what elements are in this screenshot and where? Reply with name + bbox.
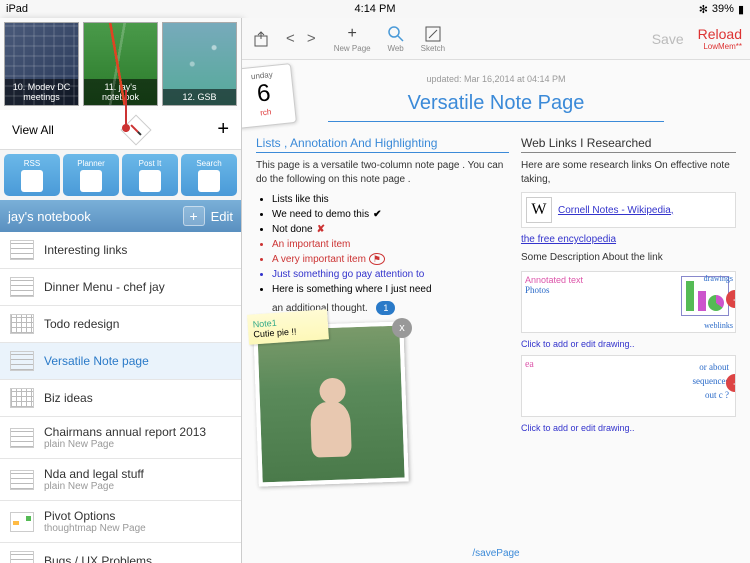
note-type-icon <box>10 551 34 563</box>
wiki-link-box[interactable]: W Cornell Notes - Wikipedia, <box>521 192 736 228</box>
new-page-button[interactable]: +New Page <box>334 25 371 53</box>
note-page: unday 6 rch updated: Mar 16,2014 at 04:1… <box>242 60 750 494</box>
note-type-icon <box>10 470 34 490</box>
note-type-icon <box>10 351 34 371</box>
nav-arrows[interactable]: < > <box>286 30 320 47</box>
notebook-header: jay's notebook + Edit <box>0 200 241 232</box>
postit-icon <box>139 170 161 192</box>
notebook-thumb-10[interactable]: 10. Modev DC meetings <box>4 22 79 106</box>
note-type-icon <box>10 277 34 297</box>
search-tool[interactable]: Search <box>181 154 237 196</box>
rss-tool[interactable]: RSS <box>4 154 60 196</box>
postit-tool[interactable]: Post It <box>122 154 178 196</box>
notebook-thumb-12[interactable]: 12. GSB <box>162 22 237 106</box>
note-item[interactable]: Todo redesign <box>0 306 241 343</box>
updated-label: updated: Mar 16,2014 at 04:14 PM <box>256 74 736 84</box>
close-icon[interactable]: x <box>392 318 412 338</box>
note-item[interactable]: Dinner Menu - chef jay <box>0 269 241 306</box>
top-toolbar: < > +New Page Web Sketch Save Reload Low… <box>242 18 750 60</box>
magnifier-icon <box>385 25 407 43</box>
save-button[interactable]: Save <box>652 31 684 47</box>
reload-button[interactable]: Reload <box>698 26 742 42</box>
note-type-icon <box>10 314 34 334</box>
note-type-icon <box>10 428 34 448</box>
status-bar: iPad 4:14 PM ✻ 39% ▮ <box>0 0 750 18</box>
drawing-box-1[interactable]: Annotated text Photos drawings weblinks … <box>521 271 736 333</box>
note-item[interactable]: Nda and legal stuffplain New Page <box>0 459 241 501</box>
share-icon <box>250 30 272 48</box>
news-icon <box>21 170 43 192</box>
plus-icon: + <box>341 25 363 43</box>
pencil-icon <box>422 25 444 43</box>
drawing-caption-1[interactable]: Click to add or edit drawing.. <box>521 339 736 349</box>
comment-bubble[interactable]: 1 <box>376 301 395 315</box>
view-all-button[interactable]: View All <box>12 123 54 137</box>
delete-drawing-icon-2[interactable]: - <box>726 374 736 392</box>
note-item[interactable]: Versatile Note page <box>0 343 241 380</box>
share-button[interactable] <box>250 30 272 48</box>
wiki-link-2[interactable]: the free encyclopedia <box>521 234 736 245</box>
sidebar: 10. Modev DC meetings 11. jay's notebook… <box>0 18 242 563</box>
tool-row: RSS Planner Post It Search <box>0 150 241 200</box>
web-button[interactable]: Web <box>385 25 407 53</box>
lowmem-label: LowMem** <box>698 42 742 51</box>
clock: 4:14 PM <box>355 3 396 15</box>
battery-label: 39% <box>712 3 734 15</box>
planner-icon <box>80 170 102 192</box>
add-notebook-button[interactable]: + <box>217 118 229 141</box>
photo-image <box>253 321 408 486</box>
note-type-icon <box>10 240 34 260</box>
content-area: < > +New Page Web Sketch Save Reload Low… <box>242 18 750 563</box>
notebook-title: jay's notebook <box>8 209 91 224</box>
planner-tool[interactable]: Planner <box>63 154 119 196</box>
bullet-list[interactable]: Lists like thisWe need to demo thisNot d… <box>256 192 509 297</box>
notebook-thumb-11[interactable]: 11. jay's notebook <box>83 22 158 106</box>
page-title[interactable]: Versatile Note Page <box>328 92 664 122</box>
search-icon <box>198 170 220 192</box>
drawing-box-2[interactable]: ea or about sequences out c ? - <box>521 355 736 417</box>
left-column: Lists , Annotation And Highlighting This… <box>256 136 509 484</box>
link-description[interactable]: Some Description About the link <box>521 251 736 265</box>
wikipedia-icon: W <box>526 197 552 223</box>
note-item[interactable]: Interesting links <box>0 232 241 269</box>
calendar-widget[interactable]: unday 6 rch <box>242 63 297 129</box>
photo-attachment[interactable]: x Note1 Cutie pie !! <box>256 324 406 484</box>
right-intro[interactable]: Here are some research links On effectiv… <box>521 159 736 186</box>
right-column: Web Links I Researched Here are some res… <box>521 136 736 484</box>
left-intro[interactable]: This page is a versatile two-column note… <box>256 159 509 186</box>
bluetooth-icon: ✻ <box>699 3 708 16</box>
note-type-icon <box>10 512 34 532</box>
edit-notes-button[interactable]: Edit <box>211 209 233 224</box>
battery-icon: ▮ <box>738 3 744 16</box>
note-item[interactable]: Chairmans annual report 2013plain New Pa… <box>0 417 241 459</box>
selection-connector <box>125 90 127 132</box>
delete-drawing-icon[interactable]: - <box>726 290 736 308</box>
note-item[interactable]: Pivot Optionsthoughtmap New Page <box>0 501 241 543</box>
note-list[interactable]: Interesting linksDinner Menu - chef jayT… <box>0 232 241 563</box>
notebook-thumbnails: 10. Modev DC meetings 11. jay's notebook… <box>0 18 241 110</box>
note-item[interactable]: Bugs / UX Problems <box>0 543 241 563</box>
note-type-icon <box>10 388 34 408</box>
right-heading[interactable]: Web Links I Researched <box>521 136 736 153</box>
add-note-button[interactable]: + <box>183 206 205 226</box>
sticky-note[interactable]: Note1 Cutie pie !! <box>247 309 329 345</box>
device-label: iPad <box>6 3 28 15</box>
sketch-button[interactable]: Sketch <box>421 25 445 53</box>
note-item[interactable]: Biz ideas <box>0 380 241 417</box>
drawing-caption-2[interactable]: Click to add or edit drawing.. <box>521 423 736 433</box>
save-page-link[interactable]: /savePage <box>472 548 519 559</box>
left-heading[interactable]: Lists , Annotation And Highlighting <box>256 136 509 153</box>
